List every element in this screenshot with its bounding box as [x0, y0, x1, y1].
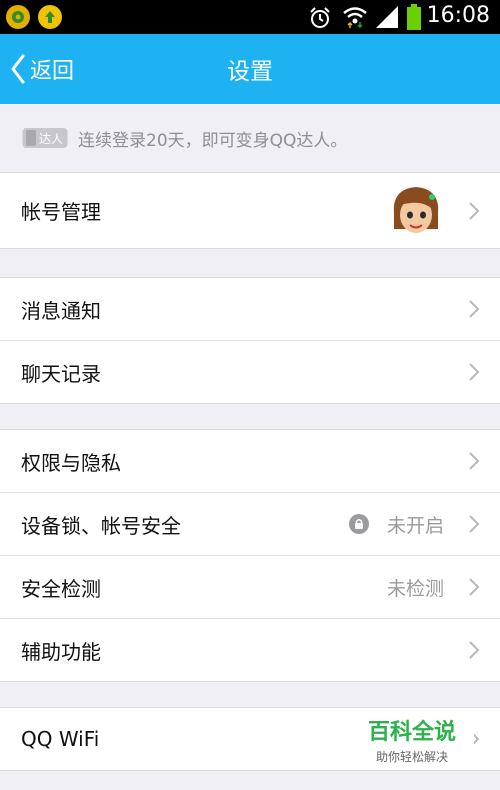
upload-icon — [38, 5, 62, 29]
account-group: 帐号管理 — [0, 172, 500, 249]
device-lock-status: 未开启 — [386, 514, 444, 537]
lock-icon — [349, 514, 369, 534]
notification-group: 消息通知 聊天记录 — [0, 277, 500, 404]
daren-badge-icon: 达人 — [22, 127, 68, 149]
chevron-right-icon — [469, 641, 480, 659]
account-management-label: 帐号管理 — [21, 200, 101, 224]
signal-icon — [376, 6, 398, 28]
daren-badge-text: 达人 — [39, 132, 64, 146]
chat-history-item[interactable]: 聊天记录 — [0, 341, 500, 403]
accessibility-item[interactable]: 辅助功能 — [0, 619, 500, 681]
chevron-right-icon — [469, 363, 480, 381]
security-check-item[interactable]: 安全检测 未检测 — [0, 556, 500, 619]
privacy-permission-label: 权限与隐私 — [21, 450, 121, 475]
avatar[interactable] — [388, 183, 444, 239]
privacy-permission-item[interactable]: 权限与隐私 — [0, 430, 500, 493]
alarm-icon — [310, 7, 330, 28]
security-check-status: 未检测 — [386, 577, 444, 600]
title-bar: 返回 设置 — [0, 34, 500, 104]
chevron-right-icon — [469, 515, 480, 533]
account-management-item[interactable]: 帐号管理 — [0, 173, 500, 248]
chevron-right-icon — [469, 201, 480, 220]
page-title: 设置 — [227, 59, 273, 85]
qq-wifi-label: QQ WiFi — [21, 727, 100, 751]
security-check-label: 安全检测 — [21, 576, 101, 601]
message-notification-label: 消息通知 — [21, 298, 101, 323]
chevron-right-icon — [469, 300, 480, 318]
tip-text: 连续登录20天，即可变身QQ达人。 — [78, 130, 348, 151]
chevron-right-icon — [469, 452, 480, 470]
message-notification-item[interactable]: 消息通知 — [0, 278, 500, 341]
battery-icon — [407, 4, 421, 30]
device-lock-label: 设备锁、帐号安全 — [21, 513, 181, 538]
security-group: 权限与隐私 设备锁、帐号安全 未开启 安全检测 未检测 辅助功能 — [0, 429, 500, 682]
status-time: 16:08 — [426, 3, 490, 28]
chat-history-label: 聊天记录 — [21, 361, 101, 386]
baike-watermark: 百科全说 助你轻松解决 — [350, 708, 474, 768]
device-lock-item[interactable]: 设备锁、帐号安全 未开启 — [0, 493, 500, 556]
wifi-icon — [343, 7, 367, 29]
chevron-right-icon — [469, 578, 480, 596]
app-notification-icon — [6, 5, 30, 29]
watermark-subtitle: 助你轻松解决 — [375, 750, 448, 764]
daren-tip: 达人 连续登录20天，即可变身QQ达人。 — [0, 104, 500, 172]
watermark-title: 百科全说 — [367, 720, 456, 745]
accessibility-label: 辅助功能 — [21, 639, 101, 664]
status-bar: 16:08 — [0, 0, 500, 34]
